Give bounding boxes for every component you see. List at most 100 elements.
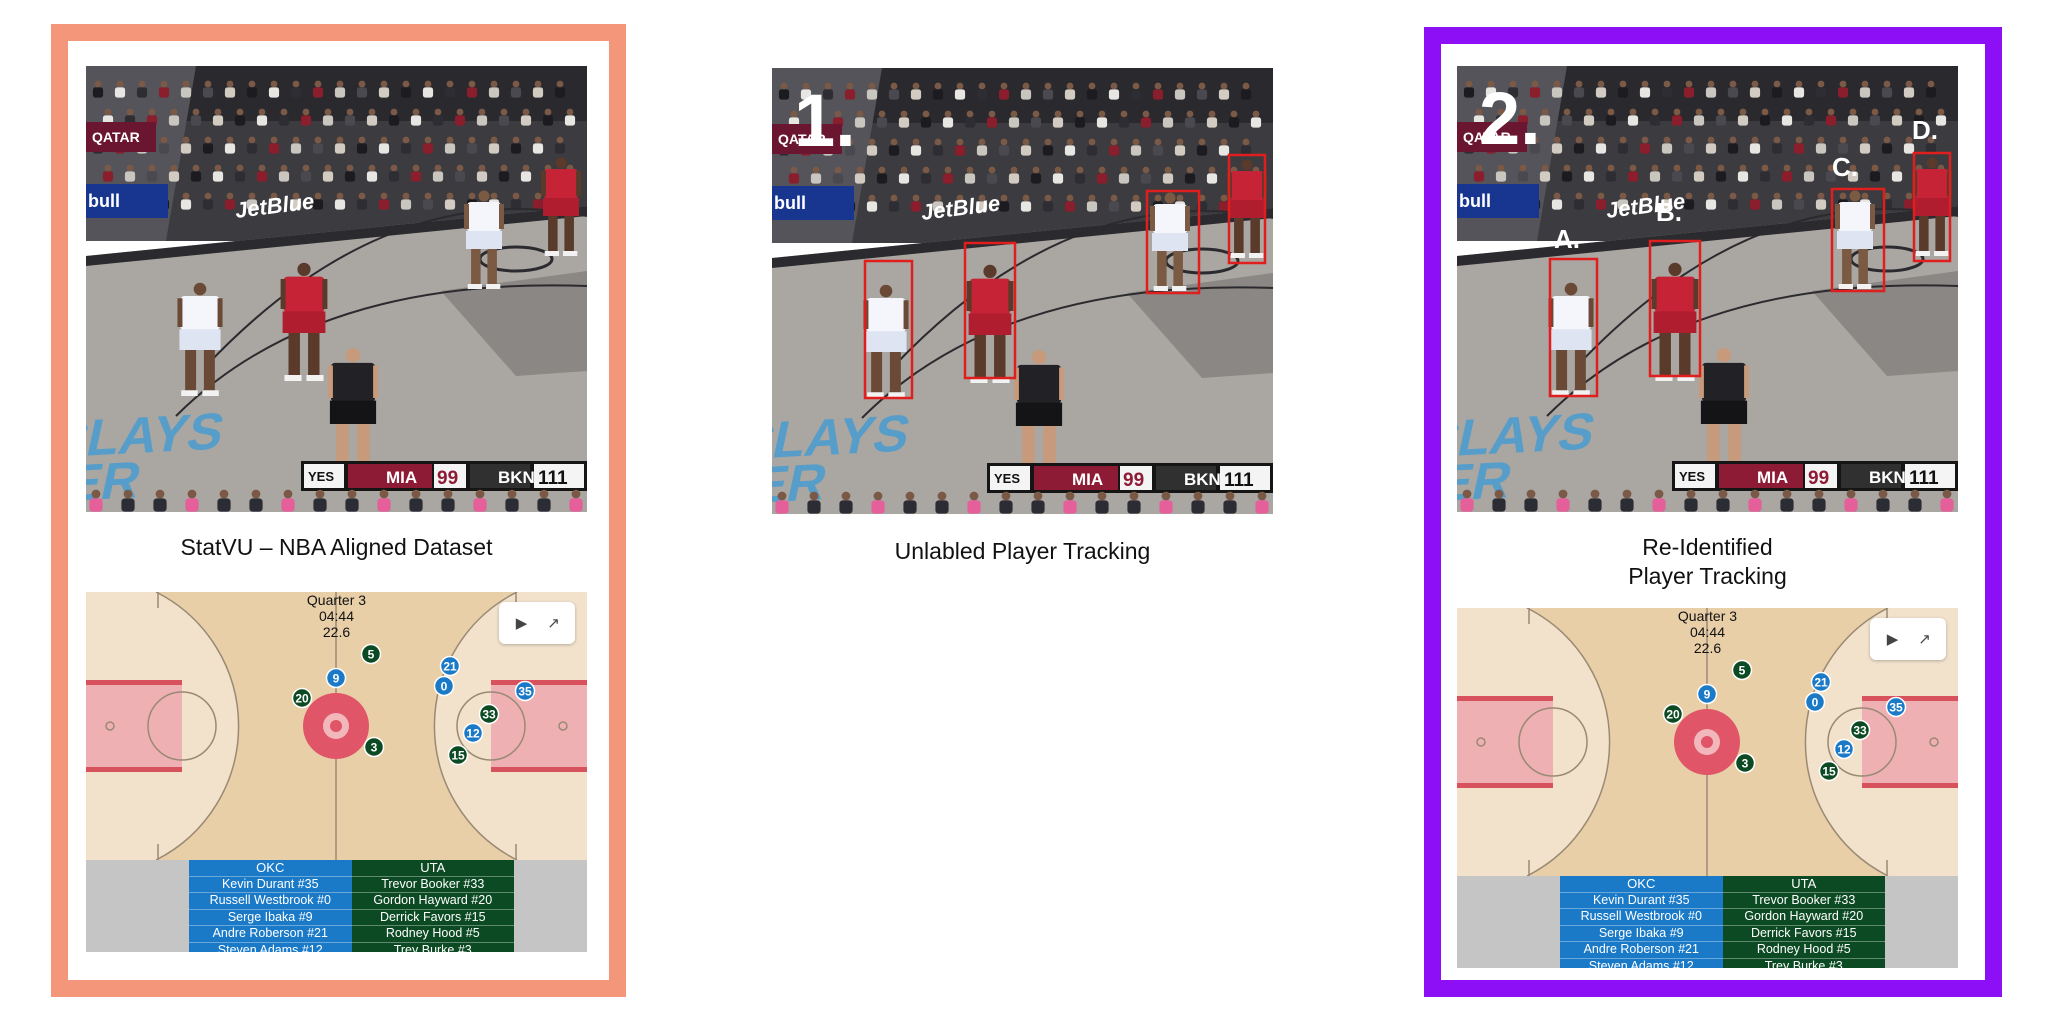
roster-area: OKC Kevin Durant #35 Russell Westbrook #0 S… — [86, 860, 587, 952]
roster-player: Steven Adams #12 — [1560, 958, 1723, 968]
reid-label-2: B. — [1656, 197, 1682, 227]
roster-table: OKC Kevin Durant #35 Russell Westbrook #0 S… — [189, 860, 514, 952]
okc-player-9-number: 9 — [1704, 688, 1711, 702]
tracking-court-reid: 9 0 21 35 12 5 20 3 33 15 Quarter 3 04:44 22.6 ▶ ↗ OKC K… — [1457, 608, 1958, 968]
center-dot — [1701, 736, 1713, 748]
play-icon[interactable]: ▶ — [505, 602, 538, 644]
external-link-icon[interactable]: ↗ — [537, 602, 570, 644]
roster-player: Kevin Durant #35 — [1560, 892, 1723, 909]
uta-player-15-number: 15 — [451, 749, 465, 763]
scoreboard: YES MIA 99 BKN 111 — [987, 463, 1273, 493]
caption-unlabeled: Unlabled Player Tracking — [894, 538, 1151, 564]
frame-unlabeled-tracking: QATAR bull JetBlue ARCLAYS ENTER YES MIA 99 BKN 1… — [772, 68, 1273, 514]
uta-player-15: 15 — [1818, 760, 1840, 782]
uta-player-20-number: 20 — [295, 692, 309, 706]
score-away-team: BKN — [1869, 468, 1906, 487]
player-controls: ▶ ↗ — [1870, 618, 1946, 660]
broadcast-frame-image: QATARbull JetBlueARCLAYSENTER YES MIA 99 BKN 1… — [86, 66, 587, 512]
roster-player: Gordon Hayward #20 — [1722, 909, 1885, 926]
uta-player-3-number: 3 — [1742, 757, 1749, 771]
score-network: YES — [994, 471, 1020, 486]
roster-player: Russell Westbrook #0 — [189, 893, 352, 910]
score-away-value: 111 — [538, 468, 568, 489]
okc-player-12: 12 — [1833, 738, 1855, 760]
score-away-value: 111 — [1909, 468, 1939, 489]
uta-roster: UTA Trevor Booker #33 Gordon Hayward #20 De… — [1722, 876, 1885, 968]
score-home-team: MIA — [386, 468, 417, 487]
reid-label-1: A. — [1554, 224, 1580, 254]
redbull-ad: bull — [1457, 184, 1539, 218]
okc-player-21: 21 — [439, 655, 461, 677]
okc-player-12: 12 — [462, 722, 484, 744]
redbull-ad-text: bull — [1459, 191, 1491, 211]
roster-player: Derrick Favors #15 — [1722, 925, 1885, 942]
roster-area: OKC Kevin Durant #35 Russell Westbrook #0 S… — [1457, 876, 1958, 968]
broadcast-frame-image: QATARbull JetBlueARCLAYSENTER YES MIA 99 BKN 1… — [772, 68, 1273, 514]
play-icon[interactable]: ▶ — [1876, 618, 1909, 660]
score-network: YES — [308, 469, 334, 484]
external-link-icon[interactable]: ↗ — [1908, 618, 1941, 660]
uta-player-15-number: 15 — [1822, 765, 1836, 779]
caption-statvu: StatVU – NBA Aligned Dataset — [180, 534, 493, 560]
okc-player-0: 0 — [433, 675, 455, 697]
score-away-team: BKN — [1184, 470, 1221, 489]
score-away-team: BKN — [498, 468, 535, 487]
score-home-value: 99 — [1123, 470, 1144, 491]
frame-reid-tracking: QATAR bull JetBlue ARCLAYS ENTER YES MIA 99 BKN 1… — [1457, 66, 1958, 512]
okc-player-35: 35 — [1885, 696, 1907, 718]
roster-player: Trevor Booker #33 — [351, 876, 514, 893]
center-dot — [330, 720, 342, 732]
okc-team-header: OKC — [1560, 876, 1723, 893]
okc-roster: OKC Kevin Durant #35 Russell Westbrook #0 S… — [189, 860, 352, 952]
roster-player: Russell Westbrook #0 — [1560, 909, 1723, 926]
roster-table: OKC Kevin Durant #35 Russell Westbrook #0 S… — [1560, 876, 1885, 968]
okc-player-0: 0 — [1804, 691, 1826, 713]
okc-player-0-number: 0 — [441, 680, 448, 694]
scoreboard: YES MIA 99 BKN 111 — [301, 461, 587, 491]
okc-player-9-number: 9 — [333, 672, 340, 686]
caption-reid: Re-Identified Player Tracking — [1457, 533, 1958, 591]
uta-player-5: 5 — [360, 643, 382, 665]
okc-player-35-number: 35 — [1889, 701, 1903, 715]
okc-player-9: 9 — [325, 667, 347, 689]
frame-statvu: QATAR bull JetBlue ARCLAYS ENTER YES MIA 99 BKN 1… — [86, 66, 587, 512]
uta-player-33: 33 — [478, 703, 500, 725]
uta-player-20-number: 20 — [1666, 708, 1680, 722]
uta-team-header: UTA — [351, 860, 514, 877]
redbull-ad: bull — [772, 186, 854, 220]
score-away-value: 111 — [1224, 470, 1254, 491]
uta-player-15: 15 — [447, 744, 469, 766]
okc-player-21-number: 21 — [443, 660, 457, 674]
score-home-team: MIA — [1757, 468, 1788, 487]
okc-player-12-number: 12 — [1837, 743, 1851, 757]
uta-player-3: 3 — [1734, 752, 1756, 774]
uta-team-header: UTA — [1722, 876, 1885, 893]
uta-player-20: 20 — [291, 687, 313, 709]
score-network: YES — [1679, 469, 1705, 484]
roster-player: Steven Adams #12 — [189, 942, 352, 952]
roster-player: Rodney Hood #5 — [351, 926, 514, 943]
score-home-value: 99 — [1808, 468, 1829, 489]
roster-player: Trey Burke #3 — [1722, 958, 1885, 968]
okc-player-35-number: 35 — [518, 685, 532, 699]
uta-player-20: 20 — [1662, 703, 1684, 725]
roster-player: Derrick Favors #15 — [351, 909, 514, 926]
okc-player-0-number: 0 — [1812, 696, 1819, 710]
roster-player: Andre Roberson #21 — [189, 926, 352, 943]
uta-player-5: 5 — [1731, 659, 1753, 681]
qatar-ad-text: QATAR — [92, 129, 140, 145]
uta-player-3-number: 3 — [371, 741, 378, 755]
tracking-court-statvu: 9 0 21 35 12 5 20 3 33 15 Quarter 3 04:44 22.6 ▶ ↗ OKC K… — [86, 592, 587, 952]
roster-player: Andre Roberson #21 — [1560, 942, 1723, 959]
okc-player-21-number: 21 — [1814, 676, 1828, 690]
uta-player-5-number: 5 — [368, 648, 375, 662]
okc-player-12-number: 12 — [466, 727, 480, 741]
uta-player-3: 3 — [363, 736, 385, 758]
score-home-team: MIA — [1072, 470, 1103, 489]
caption-reid-line-2: Player Tracking — [1628, 563, 1787, 589]
qatar-ad: QATAR — [86, 122, 156, 152]
uta-player-33-number: 33 — [482, 708, 496, 722]
caption-reid-line-1: Re-Identified — [1642, 534, 1773, 560]
okc-player-9: 9 — [1696, 683, 1718, 705]
uta-roster: UTA Trevor Booker #33 Gordon Hayward #20 De… — [351, 860, 514, 952]
